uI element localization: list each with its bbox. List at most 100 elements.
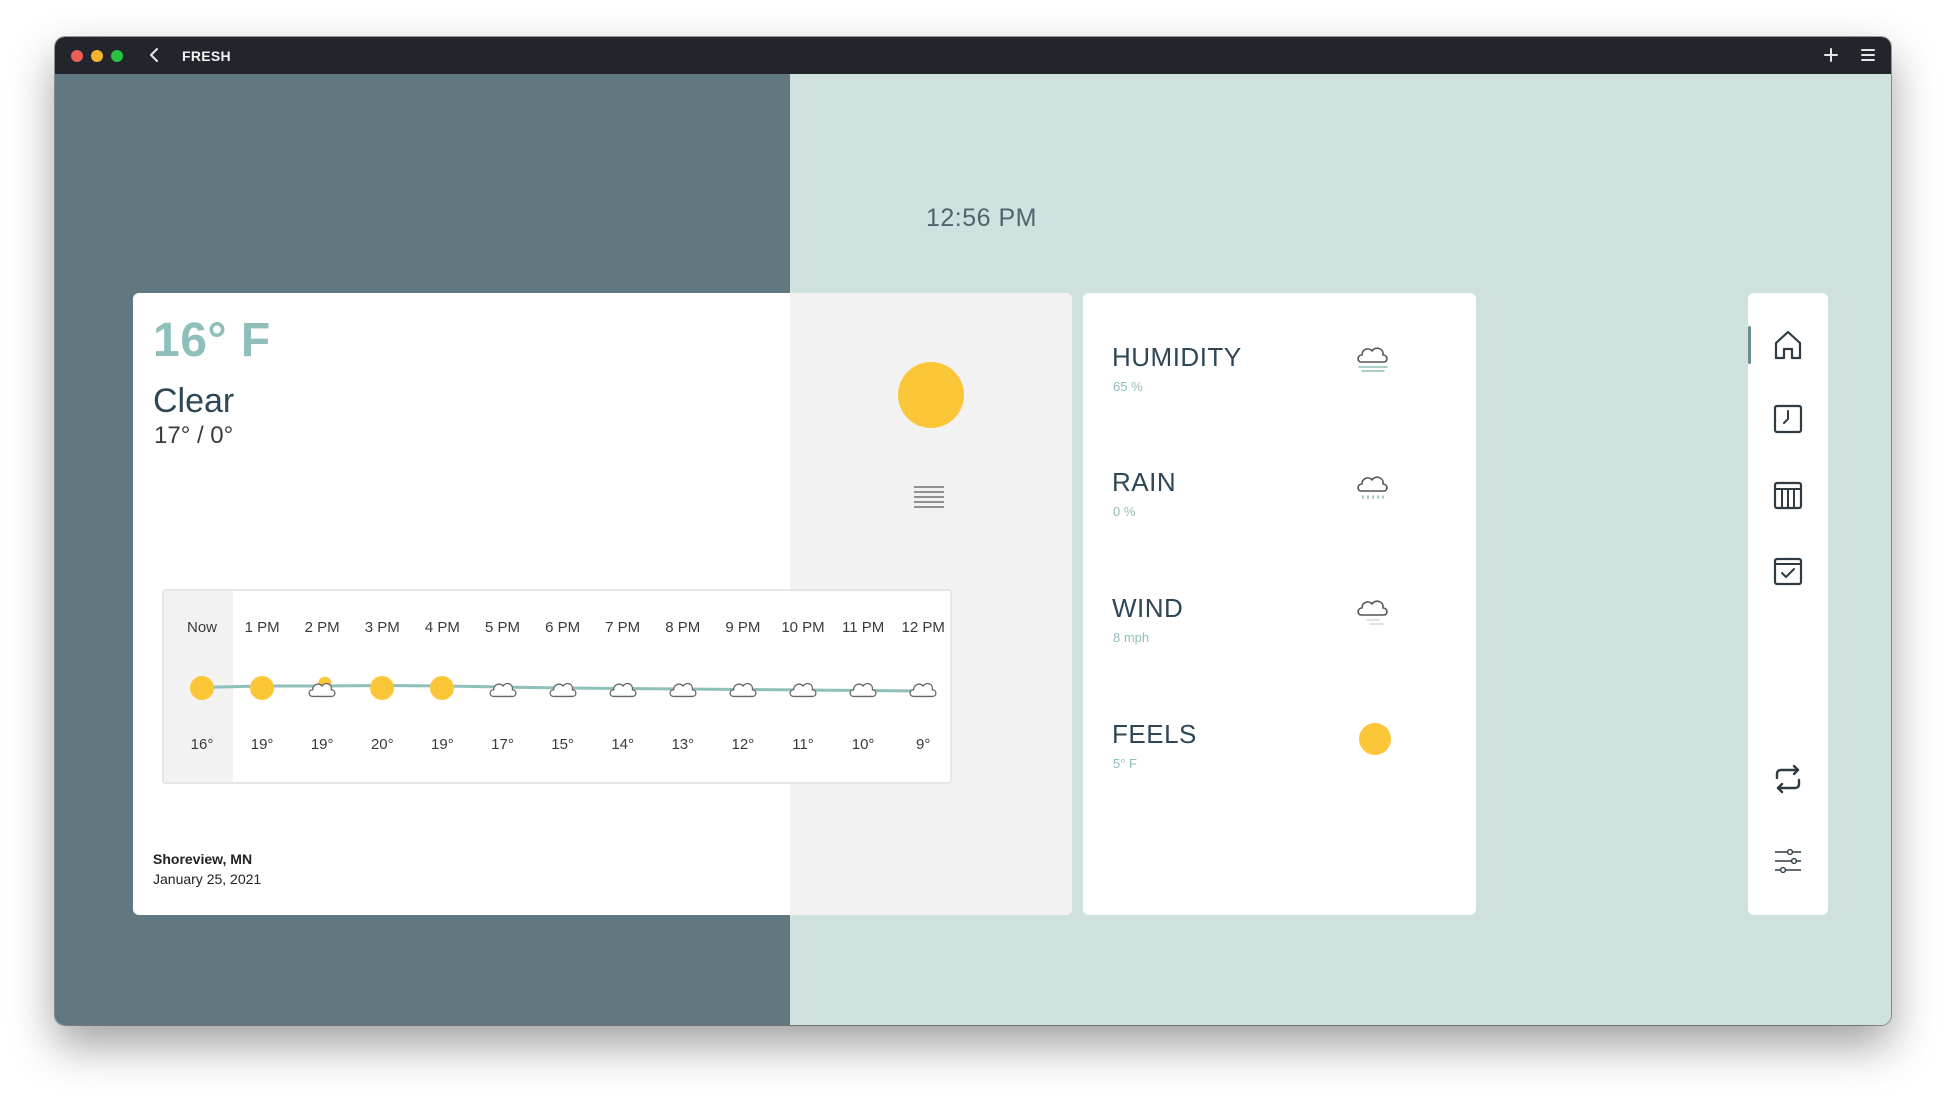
metric-name: HUMIDITY: [1112, 342, 1242, 372]
forecast-hour-temp: 15°: [551, 736, 574, 753]
side-navigation: [1748, 293, 1828, 915]
title-bar: FRESH: [55, 37, 1891, 74]
sun-disc: [370, 676, 395, 700]
forecast-hour-temp: 19°: [250, 736, 274, 753]
partly-cloudy-icon: [307, 673, 337, 703]
forecast-hour-label: 9 PM: [725, 619, 761, 636]
forecast-hour-temp: 9°: [916, 736, 931, 753]
cloud-icon: [608, 673, 638, 703]
forecast-hour-temp: 10°: [851, 736, 875, 753]
calendar-icon[interactable]: [1768, 475, 1808, 515]
refresh-icon[interactable]: [1768, 759, 1808, 799]
metric-name: WIND: [1112, 593, 1184, 623]
forecast-hour-label: 4 PM: [424, 619, 460, 636]
cloud-fog-icon: [1357, 347, 1388, 372]
plus-icon[interactable]: [1819, 43, 1843, 67]
forecast-hour-temp: 13°: [671, 736, 695, 753]
sun-icon: [427, 673, 457, 703]
cloud-icon: [848, 673, 878, 703]
fog-lines-icon: [914, 486, 944, 508]
forecast-hour-label: 11 PM: [841, 619, 885, 636]
sun-disc: [430, 676, 455, 700]
sun-icon: [187, 673, 217, 703]
metric-value: 5° F: [1113, 756, 1137, 771]
clock-icon[interactable]: [1768, 399, 1808, 439]
forecast-hour-label: 6 PM: [545, 619, 581, 636]
forecast-hour: 8 PM 13°: [651, 591, 715, 782]
minimize-window-button[interactable]: [91, 50, 103, 62]
sun-disc: [190, 676, 214, 700]
forecast-hour-label: 8 PM: [665, 619, 701, 636]
forecast-hour-temp: 16°: [190, 736, 214, 753]
forecast-hour-temp: 17°: [491, 736, 514, 753]
forecast-hour-label: 12 PM: [901, 619, 945, 636]
cloud-icon: [728, 673, 758, 703]
current-condition: Clear: [153, 382, 235, 420]
cloud-icon: [668, 673, 698, 703]
forecast-hour: 7 PM 14°: [591, 591, 655, 782]
cloud-wind-icon: [1357, 600, 1388, 625]
humidity-metric: HUMIDITY 65 %: [1112, 342, 1442, 422]
forecast-hour: 2 PM 19°: [290, 591, 354, 782]
wind-metric: WIND 8 mph: [1112, 593, 1442, 673]
menu-icon[interactable]: [1856, 43, 1880, 67]
sun-disc: [250, 676, 275, 700]
sun-icon: [367, 673, 397, 703]
metric-name: RAIN: [1112, 467, 1177, 497]
sun-icon: [898, 362, 964, 428]
hourly-forecast: Now 16° 1 PM 19° 2 PM 19° 3 PM 20° 4 PM 19° 5 PM 17…: [162, 589, 952, 784]
close-window-button[interactable]: [71, 50, 83, 62]
forecast-hour: 3 PM 20°: [350, 591, 414, 782]
home-icon[interactable]: [1768, 325, 1808, 365]
metric-value: 8 mph: [1113, 630, 1150, 645]
active-nav-indicator: [1748, 326, 1751, 364]
checklist-icon[interactable]: [1768, 551, 1808, 591]
forecast-hour: 4 PM 19°: [410, 591, 474, 782]
maximize-window-button[interactable]: [111, 50, 123, 62]
forecast-hour: 5 PM 17°: [471, 591, 535, 782]
cloud-icon: [548, 673, 578, 703]
forecast-hour: 10 PM 11°: [771, 591, 835, 782]
settings-sliders-icon[interactable]: [1768, 841, 1808, 881]
sun-disc: [1359, 723, 1391, 755]
sun-icon: [1353, 717, 1393, 757]
forecast-hour-label: 2 PM: [304, 619, 340, 636]
current-weather-card: 16° F Clear 17° / 0° Now 16° 1 PM 19° 2 PM 19…: [133, 293, 1072, 915]
forecast-hour-label: 7 PM: [605, 619, 641, 636]
metric-value: 65 %: [1113, 379, 1143, 394]
cloud-rain-icon: [1357, 476, 1388, 499]
forecast-hour: 6 PM 15°: [531, 591, 595, 782]
forecast-hour-temp: 19°: [431, 736, 454, 753]
forecast-hour-label: 1 PM: [244, 619, 280, 636]
current-temperature: 16° F: [153, 314, 271, 367]
current-date: January 25, 2021: [153, 871, 262, 887]
forecast-hour-temp: 11°: [792, 736, 814, 753]
forecast-hour-label: Now: [186, 619, 217, 636]
forecast-hour-temp: 19°: [310, 736, 334, 753]
app-title: FRESH: [182, 48, 231, 64]
forecast-hour-label: 10 PM: [781, 619, 825, 636]
cloud-icon: [488, 673, 518, 703]
metric-name: FEELS: [1112, 719, 1197, 749]
forecast-hour-label: 5 PM: [484, 619, 520, 636]
forecast-hour: 1 PM 19°: [230, 591, 294, 782]
forecast-hour: 9 PM 12°: [711, 591, 775, 782]
feels-like-metric: FEELS 5° F: [1112, 719, 1442, 799]
cloud-icon: [908, 673, 938, 703]
forecast-hour: Now 16°: [170, 591, 234, 782]
cloud-icon: [788, 673, 818, 703]
current-time: 12:56 PM: [926, 204, 1038, 232]
high-low-temperature: 17° / 0°: [154, 422, 234, 449]
forecast-hour-temp: 20°: [370, 736, 394, 753]
metric-value: 0 %: [1113, 504, 1136, 519]
app-window: FRESH 12:56 PM 16° F Clear 17° / 0° Now …: [55, 37, 1891, 1025]
forecast-hour-temp: 12°: [731, 736, 755, 753]
location-name: Shoreview, MN: [153, 851, 253, 867]
forecast-hour: 12 PM 9°: [891, 591, 950, 782]
back-icon[interactable]: [143, 43, 167, 67]
sun-icon: [247, 673, 277, 703]
app-content: 12:56 PM 16° F Clear 17° / 0° Now 16° 1 PM…: [55, 74, 1891, 1025]
forecast-hour: 11 PM 10°: [831, 591, 895, 782]
rain-metric: RAIN 0 %: [1112, 467, 1442, 547]
weather-details-card: HUMIDITY 65 % RAIN 0 % WIND 8 mph FEELS …: [1083, 293, 1476, 915]
